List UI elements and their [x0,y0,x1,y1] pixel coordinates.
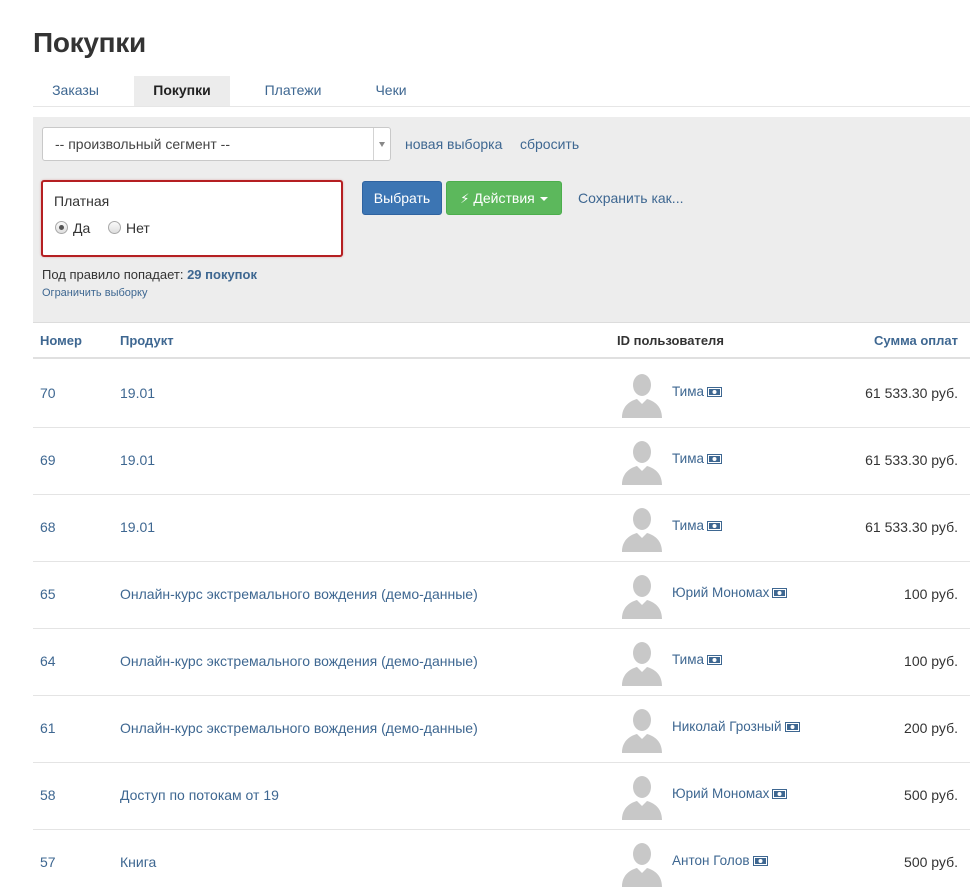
rule-paid-box: Платная Да Нет [41,180,343,257]
product-link[interactable]: Онлайн-курс экстремального вождения (дем… [120,720,478,736]
avatar-icon [618,504,666,552]
user-link[interactable]: Юрий Мономах [672,786,788,801]
purchase-number[interactable]: 64 [40,653,56,669]
rule-count-value[interactable]: 29 покупок [187,267,257,282]
avatar-icon [618,705,666,753]
money-card-icon[interactable] [706,521,722,531]
tabs: Заказы Покупки Платежи Чеки [33,76,970,107]
column-number[interactable]: Номер [40,333,82,348]
user-link[interactable]: Тима [672,451,722,466]
table-row: 69 19.01 Тима 61 533.30 руб. [33,428,970,495]
amount-value: 61 533.30 руб. [865,452,958,468]
product-link[interactable]: 19.01 [120,519,155,535]
table-row: 61 Онлайн-курс экстремального вождения (… [33,696,970,763]
table-row: 58 Доступ по потокам от 19 Юрий Мономах … [33,763,970,830]
new-selection-link[interactable]: новая выборка [405,136,502,152]
bolt-icon: ⚡ [460,191,470,206]
user-link[interactable]: Тима [672,518,722,533]
amount-value: 100 руб. [904,586,958,602]
column-product[interactable]: Продукт [120,333,174,348]
avatar-icon [618,839,666,887]
user-link[interactable]: Юрий Мономах [672,585,788,600]
radio-yes-circle[interactable] [55,221,68,234]
user-link[interactable]: Антон Голов [672,853,768,868]
user-name: Юрий Мономах [672,786,770,801]
product-link[interactable]: Книга [120,854,156,870]
actions-button-label: Действия [473,190,535,206]
avatar-icon [618,638,666,686]
purchase-number[interactable]: 58 [40,787,56,803]
money-card-icon[interactable] [706,655,722,665]
user-name: Тима [672,652,704,667]
money-card-icon[interactable] [784,722,800,732]
caret-down-icon [539,197,548,202]
filter-panel: -- произвольный сегмент -- новая выборка… [33,117,970,323]
amount-value: 100 руб. [904,653,958,669]
avatar-icon [618,370,666,418]
segment-select[interactable]: -- произвольный сегмент -- [42,127,391,161]
radio-no-circle[interactable] [108,221,121,234]
purchase-number[interactable]: 70 [40,385,56,401]
product-link[interactable]: 19.01 [120,452,155,468]
select-button[interactable]: Выбрать [362,181,442,215]
user-name: Тима [672,518,704,533]
rule-title: Платная [54,193,110,209]
user-link[interactable]: Николай Грозный [672,719,800,734]
table-row: 57 Книга Антон Голов 500 руб. [33,830,970,896]
purchase-number[interactable]: 57 [40,854,56,870]
purchases-table-body: 70 19.01 Тима 61 533.30 руб. 69 19.01 Ти… [33,361,970,896]
table-row: 64 Онлайн-курс экстремального вождения (… [33,629,970,696]
reset-link[interactable]: сбросить [520,136,579,152]
limit-selection-link[interactable]: Ограничить выборку [42,287,147,299]
table-header: Номер Продукт ID пользователя Сумма опла… [33,323,970,359]
amount-value: 61 533.30 руб. [865,519,958,535]
amount-value: 200 руб. [904,720,958,736]
tab-purchases[interactable]: Покупки [134,76,230,106]
user-name: Николай Грозный [672,719,782,734]
page-title: Покупки [33,27,146,58]
product-link[interactable]: Доступ по потокам от 19 [120,787,279,803]
money-card-icon[interactable] [706,454,722,464]
table-row: 70 19.01 Тима 61 533.30 руб. [33,361,970,428]
rule-count-prefix: Под правило попадает: [42,267,184,282]
chevron-down-icon [379,142,385,147]
table-row: 65 Онлайн-курс экстремального вождения (… [33,562,970,629]
purchase-number[interactable]: 61 [40,720,56,736]
purchase-number[interactable]: 68 [40,519,56,535]
user-name: Тима [672,451,704,466]
user-name: Антон Голов [672,853,750,868]
product-link[interactable]: Онлайн-курс экстремального вождения (дем… [120,653,478,669]
actions-button[interactable]: ⚡ Действия [446,181,562,215]
user-link[interactable]: Тима [672,652,722,667]
avatar-icon [618,772,666,820]
radio-no-label: Нет [126,220,150,236]
money-card-icon[interactable] [772,789,788,799]
purchase-number[interactable]: 69 [40,452,56,468]
avatar-icon [618,571,666,619]
amount-value: 61 533.30 руб. [865,385,958,401]
purchase-number[interactable]: 65 [40,586,56,602]
radio-yes-label: Да [73,220,91,236]
amount-value: 500 руб. [904,854,958,870]
user-name: Тима [672,384,704,399]
tab-receipts[interactable]: Чеки [355,76,427,106]
product-link[interactable]: 19.01 [120,385,155,401]
column-user-id: ID пользователя [617,333,724,348]
money-card-icon[interactable] [752,856,768,866]
save-as-link[interactable]: Сохранить как... [578,190,683,206]
segment-select-value: -- произвольный сегмент -- [55,136,230,152]
money-card-icon[interactable] [772,588,788,598]
user-link[interactable]: Тима [672,384,722,399]
table-row: 68 19.01 Тима 61 533.30 руб. [33,495,970,562]
tab-payments[interactable]: Платежи [247,76,339,106]
product-link[interactable]: Онлайн-курс экстремального вождения (дем… [120,586,478,602]
avatar-icon [618,437,666,485]
column-amount[interactable]: Сумма оплат [874,333,958,348]
amount-value: 500 руб. [904,787,958,803]
user-name: Юрий Мономах [672,585,770,600]
rule-count: Под правило попадает: 29 покупок [42,267,257,282]
tab-orders[interactable]: Заказы [33,76,118,106]
money-card-icon[interactable] [706,387,722,397]
select-arrow[interactable] [373,128,390,160]
